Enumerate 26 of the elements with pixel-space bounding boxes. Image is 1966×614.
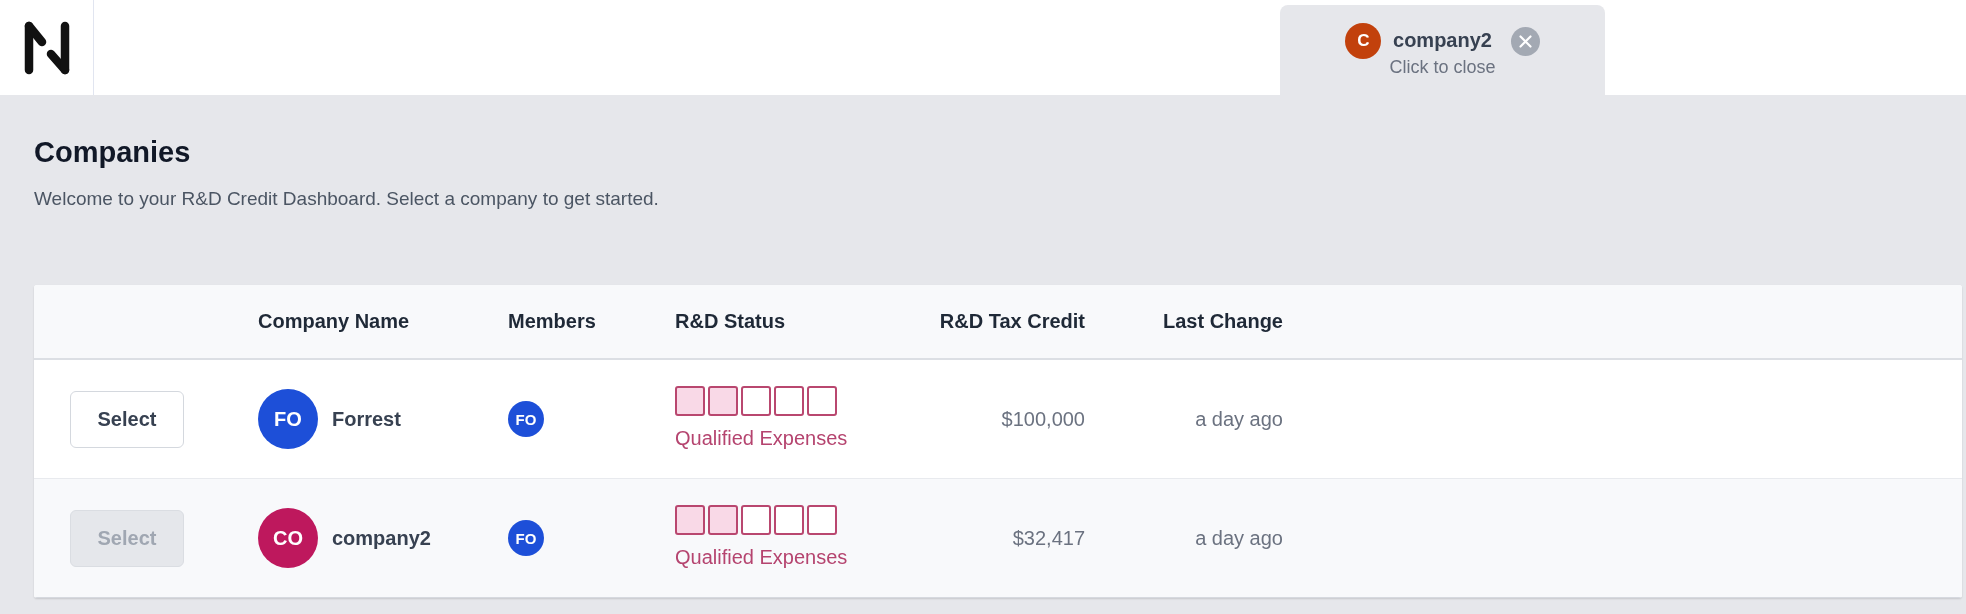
page-subtitle: Welcome to your R&D Credit Dashboard. Select a company to get started.: [34, 187, 659, 211]
logo-icon: [23, 20, 70, 75]
avatar: C: [1345, 23, 1382, 59]
company-name: company2: [332, 526, 431, 550]
close-icon[interactable]: [1510, 27, 1540, 56]
page-title: Companies: [34, 135, 191, 169]
company-avatar: FO: [258, 389, 318, 449]
company-name: Forrest: [332, 407, 401, 431]
last-change-time: a day ago: [1195, 407, 1283, 431]
company-avatar: CO: [258, 508, 318, 568]
tax-credit-amount: $32,417: [1012, 526, 1085, 550]
tax-credit-amount: $100,000: [1001, 407, 1085, 431]
status-label: Qualified Expenses: [675, 425, 848, 450]
tab[interactable]: C company2 Click to close: [1280, 5, 1605, 95]
member-avatar: FO: [508, 401, 544, 437]
column-header: Last Change: [1162, 310, 1283, 333]
last-change-time: a day ago: [1195, 526, 1283, 550]
tab-hint: Click to close: [1389, 56, 1496, 78]
status-label: Qualified Expenses: [675, 544, 848, 569]
tab-title: company2: [1393, 28, 1492, 52]
member-avatar: FO: [508, 520, 544, 556]
column-header: Company Name: [258, 310, 410, 333]
column-header: R&D Status: [675, 310, 785, 333]
select-button[interactable]: Select: [70, 390, 184, 448]
column-header: Members: [508, 310, 596, 333]
column-header: R&D Tax Credit: [939, 310, 1085, 333]
